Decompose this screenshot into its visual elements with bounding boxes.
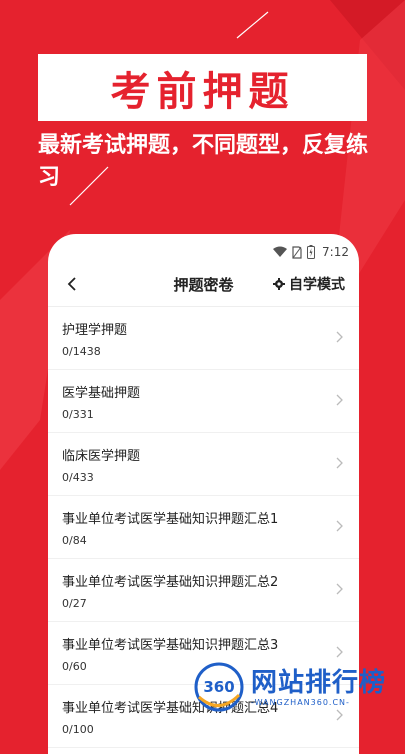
subtitle: 最新考试押题，不同题型，反复练习 [38, 133, 369, 190]
chevron-right-icon [336, 394, 343, 406]
chevron-right-icon [336, 457, 343, 469]
status-time: 7:12 [322, 245, 349, 259]
list-item-count: 0/27 [62, 597, 87, 610]
self-study-mode-label: 自学模式 [289, 277, 345, 293]
watermark: 360 网站排行榜 -WANGZHAN360.CN- [193, 654, 405, 720]
list-item-count: 0/433 [62, 471, 94, 484]
banner-title: 考前押题 [110, 68, 295, 115]
status-bar: 7:12 [48, 234, 359, 270]
watermark-title: 网站排行榜 [251, 667, 387, 698]
list-item-count: 0/100 [62, 723, 94, 736]
list-item-count: 0/331 [62, 408, 94, 421]
chevron-right-icon [336, 583, 343, 595]
list-item[interactable]: 医学基础押题 0/331 [48, 370, 359, 433]
chevron-right-icon [336, 331, 343, 343]
list-item[interactable]: 护理学押题 0/1438 [48, 307, 359, 370]
list-item-count: 0/60 [62, 660, 87, 673]
list-item-title: 事业单位考试医学基础知识押题汇总3 [62, 638, 279, 653]
list-item-title: 事业单位考试医学基础知识押题汇总2 [62, 575, 279, 590]
list-item[interactable]: 临床医学押题 0/433 [48, 433, 359, 496]
list-item-title: 事业单位考试医学基础知识押题汇总1 [62, 512, 279, 527]
wifi-icon [273, 246, 288, 257]
battery-icon [307, 245, 316, 259]
watermark-subtitle: -WANGZHAN360.CN- [251, 697, 350, 707]
list-item-count: 0/84 [62, 534, 87, 547]
banner: 考前押题 [38, 54, 367, 121]
svg-text:360: 360 [203, 678, 234, 696]
nav-bar: 押题密卷 自学模式 [48, 270, 359, 307]
sim-icon [292, 245, 302, 259]
chevron-right-icon [336, 520, 343, 532]
logo-360-icon: 360 [194, 662, 244, 712]
self-study-mode-button[interactable]: 自学模式 [273, 274, 345, 294]
list-item[interactable]: 事业单位考试医学基础知识押题汇总1 0/84 [48, 496, 359, 559]
list-item-title: 医学基础押题 [62, 386, 141, 401]
list-item-count: 0/1438 [62, 345, 101, 358]
list-item-title: 临床医学押题 [62, 449, 141, 464]
list-item-title: 护理学押题 [62, 323, 128, 338]
gear-icon [273, 278, 285, 290]
list-item[interactable]: 事业单位考试医学基础知识押题汇总2 0/27 [48, 559, 359, 622]
